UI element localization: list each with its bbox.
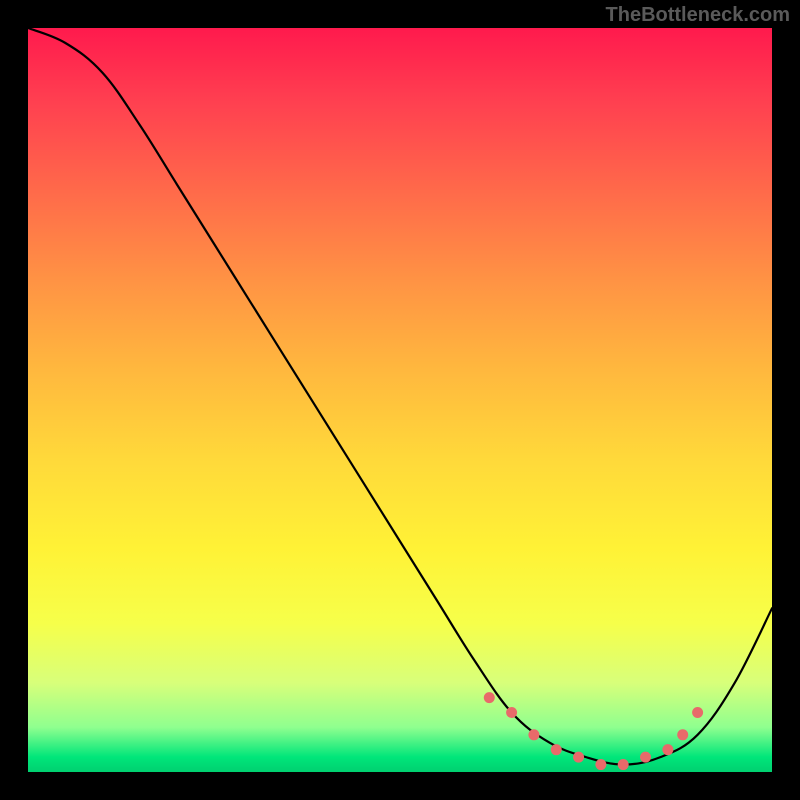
marker-dot <box>618 759 629 770</box>
marker-dot <box>595 759 606 770</box>
marker-dot <box>662 744 673 755</box>
marker-dot <box>484 692 495 703</box>
marker-dot <box>692 707 703 718</box>
marker-dot <box>551 744 562 755</box>
watermark-text: TheBottleneck.com <box>606 4 790 27</box>
curve-line <box>28 28 772 765</box>
chart-svg <box>28 28 772 772</box>
marker-dot <box>506 707 517 718</box>
marker-dot <box>640 752 651 763</box>
marker-dot <box>528 729 539 740</box>
marker-dot <box>677 729 688 740</box>
marker-dot <box>573 752 584 763</box>
